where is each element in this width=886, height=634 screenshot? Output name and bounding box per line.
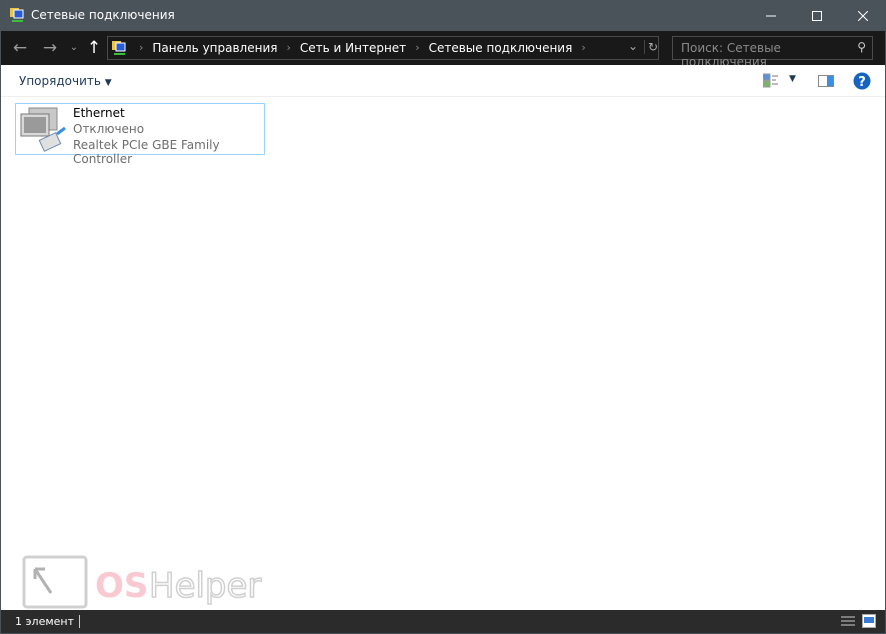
svg-text:OS: OS	[95, 566, 148, 606]
svg-text:Helper: Helper	[149, 566, 261, 606]
connection-name: Ethernet	[73, 106, 125, 120]
breadcrumb-network-connections[interactable]: Сетевые подключения	[429, 41, 573, 55]
back-button[interactable]: ←	[9, 37, 31, 59]
up-button[interactable]: ↑	[83, 37, 105, 59]
ethernet-adapter-icon	[20, 107, 66, 152]
svg-text:?: ?	[858, 75, 866, 90]
network-connections-icon	[112, 41, 126, 55]
navigation-bar: ← → ⌄ ↑ › Панель управления › Сеть и Инт…	[1, 31, 885, 69]
address-bar[interactable]: › Панель управления › Сеть и Интернет › …	[107, 36, 659, 60]
explorer-window: Сетевые подключения ← → ⌄ ↑ › Панель упр…	[1, 0, 885, 633]
view-dropdown-icon[interactable]: ▼	[789, 74, 796, 84]
help-icon[interactable]: ?	[853, 72, 871, 90]
chevron-right-icon: ›	[139, 41, 144, 54]
title-bar: Сетевые подключения	[1, 0, 885, 31]
search-input[interactable]: Поиск: Сетевые подключения ⚲	[672, 36, 873, 69]
command-bar: Упорядочить ▼ ▼ ?	[1, 65, 885, 97]
breadcrumb-control-panel[interactable]: Панель управления	[152, 41, 277, 55]
connection-device: Realtek PCIe GBE Family Controller	[73, 138, 220, 166]
chevron-right-icon: ›	[286, 41, 291, 54]
item-count: 1 элемент	[15, 615, 74, 628]
status-divider	[79, 615, 80, 628]
chevron-right-icon: ›	[415, 41, 420, 54]
chevron-right-icon: ›	[581, 41, 586, 54]
address-dropdown-icon[interactable]: ⌄	[628, 39, 638, 53]
preview-pane-icon[interactable]	[818, 75, 834, 87]
forward-button[interactable]: →	[39, 37, 61, 59]
search-icon: ⚲	[857, 40, 866, 54]
network-connections-icon	[10, 8, 24, 22]
connection-status: Отключено	[73, 122, 145, 136]
status-bar: 1 элемент	[1, 610, 885, 633]
connection-item-ethernet[interactable]: Ethernet Отключено Realtek PCIe GBE Fami…	[15, 103, 265, 166]
breadcrumb-network-internet[interactable]: Сеть и Интернет	[300, 41, 406, 55]
organize-button[interactable]: Упорядочить ▼	[19, 74, 112, 88]
change-view-icon[interactable]	[763, 73, 779, 89]
large-icons-view-icon[interactable]	[862, 614, 876, 628]
organize-label: Упорядочить	[19, 74, 101, 88]
recent-locations-button[interactable]: ⌄	[63, 37, 85, 59]
close-button[interactable]	[840, 0, 886, 31]
details-view-icon[interactable]	[841, 615, 855, 628]
window-title: Сетевые подключения	[31, 8, 175, 22]
maximize-button[interactable]	[794, 0, 840, 31]
minimize-button[interactable]	[748, 0, 794, 31]
watermark-logo: OS Helper	[21, 555, 291, 614]
refresh-icon[interactable]: ↻	[644, 40, 658, 54]
